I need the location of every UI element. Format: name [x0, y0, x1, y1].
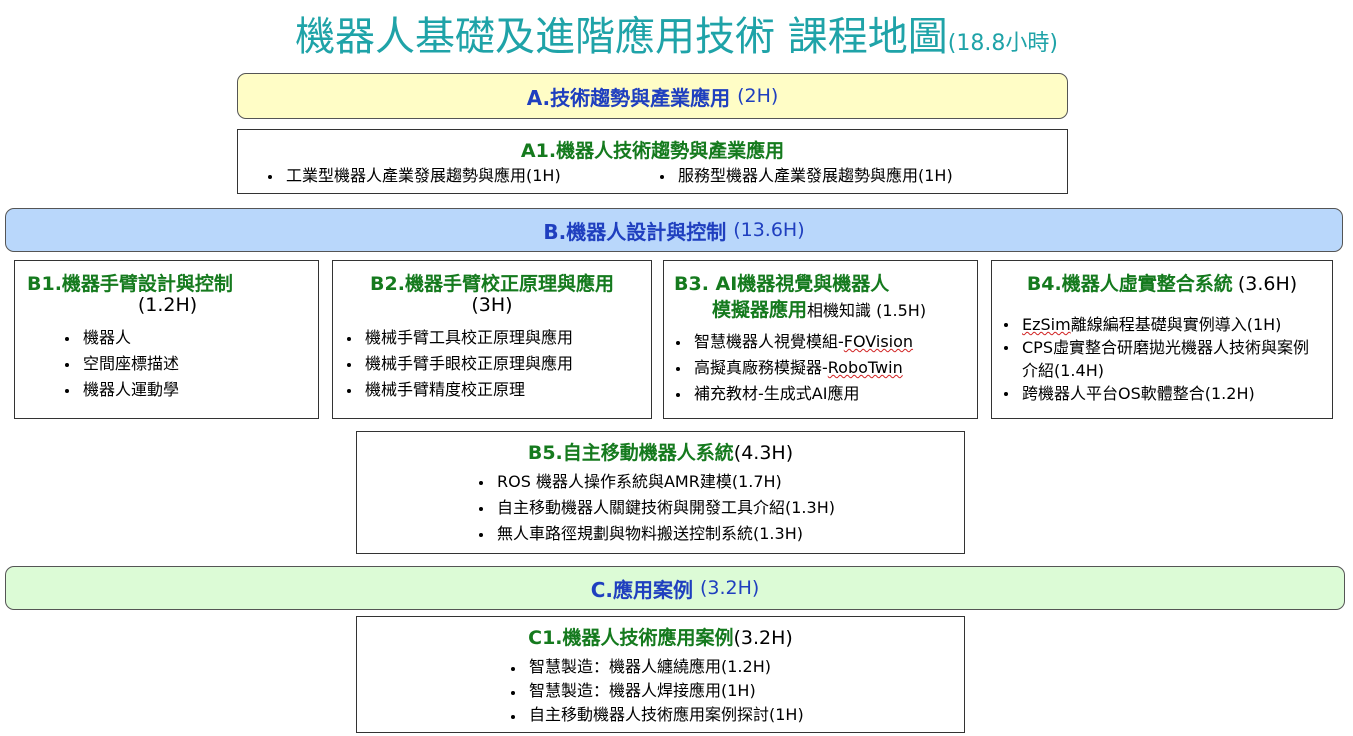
module-a1-title: A1.機器人技術趨勢與產業應用 — [520, 140, 785, 162]
list-item-text: 補充教材-生成式AI應用 — [694, 384, 860, 403]
list-item: 機器人 — [63, 325, 179, 351]
list-item: 機械手臂工具校正原理與應用 — [345, 325, 573, 351]
list-item: CPS虛實整合研磨拋光機器人技術與案例介紹(1.4H) — [1002, 336, 1312, 382]
module-b4-title-row: B4.機器人虛實整合系統 (3.6H) — [992, 269, 1332, 296]
module-b1-hours: (1.2H) — [137, 294, 198, 316]
module-b5-title-row: B5.自主移動機器人系統(4.3H) — [357, 438, 964, 465]
list-item-text: CPS虛實整合研磨拋光機器人技術與案例介紹(1.4H) — [1022, 338, 1309, 380]
module-b4: B4.機器人虛實整合系統 (3.6H) EzSim離線編程基礎與實例導入(1H)… — [991, 260, 1333, 419]
module-b3: B3. AI機器視覺與機器人 模擬器應用相機知識 (1.5H) 智慧機器人視覺模… — [663, 260, 978, 419]
list-item: 自主移動機器人關鍵技術與開發工具介紹(1.3H) — [477, 495, 835, 521]
module-b3-title-line2: 模擬器應用相機知識 (1.5H) — [712, 295, 926, 322]
list-item: 機械手臂手眼校正原理與應用 — [345, 351, 573, 377]
list-item-text: 智慧機器人視覺模組- — [694, 332, 844, 351]
list-item: 補充教材-生成式AI應用 — [674, 381, 913, 407]
module-b5-list: ROS 機器人操作系統與AMR建模(1.7H) 自主移動機器人關鍵技術與開發工具… — [477, 469, 835, 547]
module-b2: B2.機器手臂校正原理與應用 (3H) 機械手臂工具校正原理與應用 機械手臂手眼… — [332, 260, 652, 419]
module-a1-list-2: 服務型機器人產業發展趨勢與應用(1H) — [658, 163, 953, 189]
list-item-text: 高擬真廠務模擬器- — [694, 358, 828, 377]
module-b4-title: B4.機器人虛實整合系統 — [1026, 273, 1233, 295]
page-title: 機器人基礎及進階應用技術 課程地圖(18.8小時) — [0, 4, 1353, 62]
module-b5: B5.自主移動機器人系統(4.3H) ROS 機器人操作系統與AMR建模(1.7… — [356, 431, 965, 554]
module-c1-hours: (3.2H) — [733, 627, 793, 649]
list-item: 自主移動機器人技術應用案例探討(1H) — [509, 703, 804, 727]
list-item-mark: EzSim — [1022, 315, 1071, 334]
list-item-text: 離線編程基礎與實例導入(1H) — [1070, 315, 1282, 334]
section-b-hours: (13.6H) — [733, 219, 805, 241]
list-item-mark: RoboTwin — [827, 358, 903, 377]
list-item: ROS 機器人操作系統與AMR建模(1.7H) — [477, 469, 835, 495]
module-b1-title: B1.機器手臂設計與控制 — [27, 273, 233, 295]
module-b4-hours: (3.6H) — [1237, 273, 1298, 295]
module-c1-list: 智慧製造：機器人纏繞應用(1.2H) 智慧製造：機器人焊接應用(1H) 自主移動… — [509, 655, 804, 727]
module-a1-list: 工業型機器人產業發展趨勢與應用(1H) — [266, 163, 561, 189]
list-item: 服務型機器人產業發展趨勢與應用(1H) — [658, 163, 953, 189]
module-b3-title-line1: B3. AI機器視覺與機器人 — [674, 273, 890, 295]
list-item: 智慧製造：機器人焊接應用(1H) — [509, 679, 804, 703]
module-b2-hours: (3H) — [471, 294, 513, 316]
module-b3-list: 智慧機器人視覺模組-FOVision 高擬真廠務模擬器-RoboTwin 補充教… — [674, 329, 913, 407]
list-item: 無人車路徑規劃與物料搬送控制系統(1.3H) — [477, 521, 835, 547]
module-c1-title: C1.機器人技術應用案例 — [528, 627, 734, 649]
section-c-label: C.應用案例 — [590, 577, 693, 602]
module-b2-title: B2.機器手臂校正原理與應用 — [370, 273, 614, 295]
module-b3-title-suffix: 相機知識 (1.5H) — [807, 301, 927, 320]
list-item: 高擬真廠務模擬器-RoboTwin — [674, 355, 913, 381]
section-a-hours: (2H) — [737, 85, 779, 107]
section-b-label: B.機器人設計與控制 — [543, 219, 727, 244]
module-a1: A1.機器人技術趨勢與產業應用 工業型機器人產業發展趨勢與應用(1H) 服務型機… — [237, 129, 1068, 194]
module-b1-list: 機器人 空間座標描述 機器人運動學 — [63, 325, 179, 403]
list-item-mark: FOVision — [843, 332, 914, 351]
section-a-label: A.技術趨勢與產業應用 — [526, 85, 731, 110]
module-c1: C1.機器人技術應用案例(3.2H) 智慧製造：機器人纏繞應用(1.2H) 智慧… — [356, 616, 965, 733]
module-b1: B1.機器手臂設計與控制 (1.2H) 機器人 空間座標描述 機器人運動學 — [14, 260, 319, 419]
module-b2-list: 機械手臂工具校正原理與應用 機械手臂手眼校正原理與應用 機械手臂精度校正原理 — [345, 325, 573, 403]
list-item: 工業型機器人產業發展趨勢與應用(1H) — [266, 163, 561, 189]
list-item: 智慧製造：機器人纏繞應用(1.2H) — [509, 655, 804, 679]
module-b3-title-main: 模擬器應用 — [712, 299, 808, 321]
list-item: EzSim離線編程基礎與實例導入(1H) — [1002, 313, 1322, 336]
list-item: 空間座標描述 — [63, 351, 179, 377]
section-c-band: C.應用案例 (3.2H) — [5, 566, 1345, 610]
title-hours: (18.8小時) — [947, 31, 1058, 56]
list-item-text: 跨機器人平台OS軟體整合(1.2H) — [1022, 384, 1255, 403]
module-b4-list: EzSim離線編程基礎與實例導入(1H) CPS虛實整合研磨拋光機器人技術與案例… — [1002, 313, 1322, 405]
section-b-band: B.機器人設計與控制 (13.6H) — [5, 208, 1343, 252]
module-c1-title-row: C1.機器人技術應用案例(3.2H) — [357, 623, 964, 650]
list-item: 智慧機器人視覺模組-FOVision — [674, 329, 913, 355]
section-a-band: A.技術趨勢與產業應用 (2H) — [237, 73, 1068, 119]
section-c-hours: (3.2H) — [699, 577, 760, 599]
title-main: 機器人基礎及進階應用技術 課程地圖 — [295, 14, 948, 60]
list-item: 機器人運動學 — [63, 377, 179, 403]
module-b5-title: B5.自主移動機器人系統 — [527, 442, 734, 464]
module-b5-hours: (4.3H) — [733, 442, 794, 464]
list-item: 機械手臂精度校正原理 — [345, 377, 573, 403]
list-item: 跨機器人平台OS軟體整合(1.2H) — [1002, 382, 1322, 405]
